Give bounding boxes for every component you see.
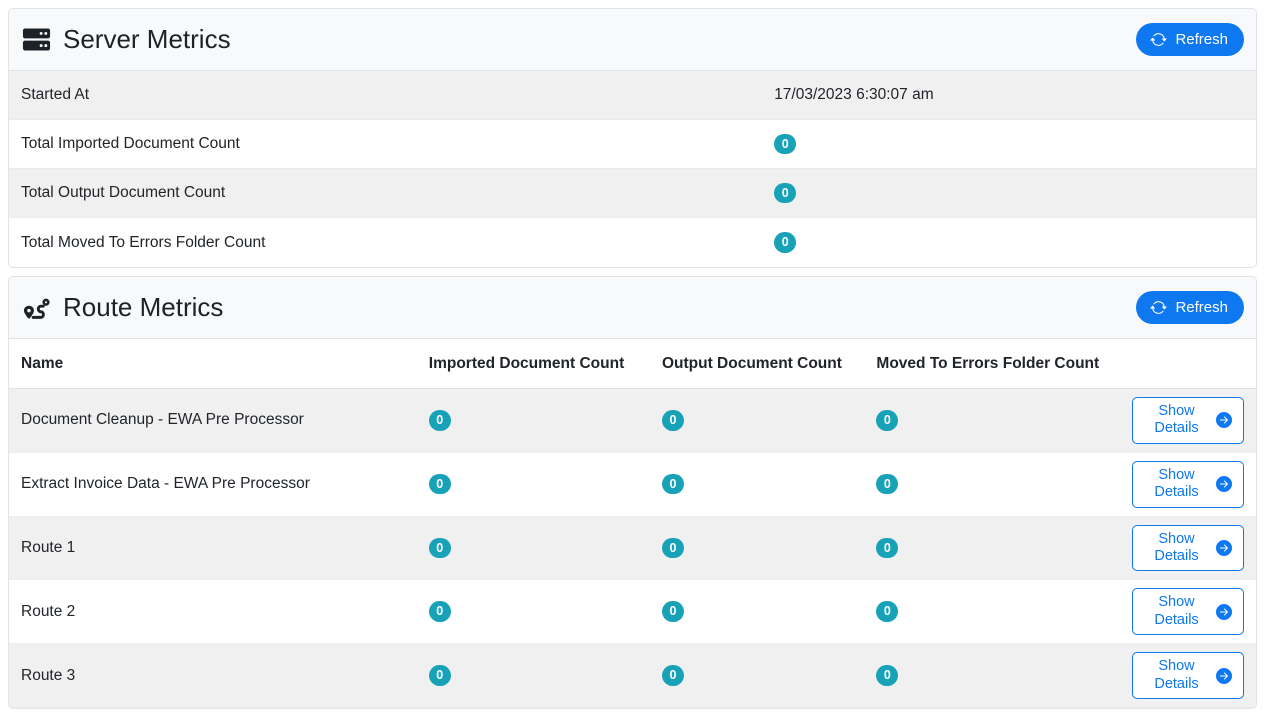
server-metrics-card: Server Metrics Refresh Started At 17/03/… [8, 8, 1257, 268]
show-details-label: Show Details [1144, 403, 1209, 438]
route-row: Route 1 0 0 0 Show Details [9, 517, 1256, 581]
arrow-right-circle-icon [1216, 412, 1232, 428]
server-metrics-title-text: Server Metrics [63, 24, 231, 55]
route-metrics-header: Route Metrics Refresh [9, 277, 1256, 339]
count-badge: 0 [662, 410, 684, 431]
metric-value: 17/03/2023 6:30:07 am [762, 74, 1256, 116]
metric-value: 0 [762, 220, 1256, 265]
metric-label: Started At [9, 74, 762, 116]
route-name: Route 1 [9, 527, 417, 569]
count-badge: 0 [429, 538, 451, 559]
metric-label: Total Moved To Errors Folder Count [9, 222, 762, 264]
refresh-icon [1150, 299, 1167, 316]
count-badge: 0 [429, 474, 451, 495]
column-header-imported: Imported Document Count [417, 343, 650, 385]
count-badge: 0 [876, 538, 898, 559]
route-metrics-refresh-button[interactable]: Refresh [1136, 291, 1244, 324]
count-badge: 0 [774, 183, 796, 204]
dashboard-page: Server Metrics Refresh Started At 17/03/… [0, 0, 1265, 725]
route-row: Route 2 0 0 0 Show Details [9, 580, 1256, 644]
show-details-label: Show Details [1144, 531, 1209, 566]
arrow-right-circle-icon [1216, 540, 1232, 556]
route-table-header: Name Imported Document Count Output Docu… [9, 339, 1256, 389]
metric-value: 0 [762, 171, 1256, 216]
column-header-output: Output Document Count [650, 343, 864, 385]
route-refresh-label: Refresh [1175, 300, 1228, 315]
count-badge: 0 [774, 232, 796, 253]
server-icon [21, 24, 52, 55]
metric-label: Total Imported Document Count [9, 123, 762, 165]
column-header-action [1120, 356, 1256, 372]
server-refresh-label: Refresh [1175, 32, 1228, 47]
route-metrics-card: Route Metrics Refresh Name Imported Docu… [8, 276, 1257, 709]
show-details-button[interactable]: Show Details [1132, 461, 1244, 508]
route-name: Route 2 [9, 591, 417, 633]
metric-label: Total Output Document Count [9, 172, 762, 214]
show-details-button[interactable]: Show Details [1132, 588, 1244, 635]
show-details-label: Show Details [1144, 467, 1209, 502]
arrow-right-circle-icon [1216, 476, 1232, 492]
server-metrics-refresh-button[interactable]: Refresh [1136, 23, 1244, 56]
count-badge: 0 [662, 538, 684, 559]
count-badge: 0 [876, 601, 898, 622]
route-name: Extract Invoice Data - EWA Pre Processor [9, 463, 417, 505]
metric-row-total-moved-errors: Total Moved To Errors Folder Count 0 [9, 218, 1256, 267]
metric-row-total-output: Total Output Document Count 0 [9, 169, 1256, 218]
route-row: Route 3 0 0 0 Show Details [9, 644, 1256, 708]
count-badge: 0 [429, 410, 451, 431]
metric-row-total-imported: Total Imported Document Count 0 [9, 120, 1256, 169]
route-metrics-title-text: Route Metrics [63, 292, 223, 323]
server-metrics-header: Server Metrics Refresh [9, 9, 1256, 71]
route-icon [21, 292, 52, 323]
count-badge: 0 [876, 410, 898, 431]
route-row: Extract Invoice Data - EWA Pre Processor… [9, 453, 1256, 517]
count-badge: 0 [774, 134, 796, 155]
column-header-moved: Moved To Errors Folder Count [864, 343, 1120, 385]
count-badge: 0 [876, 474, 898, 495]
arrow-right-circle-icon [1216, 604, 1232, 620]
metric-row-started-at: Started At 17/03/2023 6:30:07 am [9, 71, 1256, 120]
count-badge: 0 [662, 601, 684, 622]
count-badge: 0 [662, 474, 684, 495]
column-header-name: Name [9, 343, 417, 385]
route-name: Document Cleanup - EWA Pre Processor [9, 399, 417, 441]
show-details-button[interactable]: Show Details [1132, 525, 1244, 572]
server-metrics-title: Server Metrics [21, 24, 231, 55]
metric-value: 0 [762, 122, 1256, 167]
route-metrics-title: Route Metrics [21, 292, 223, 323]
count-badge: 0 [429, 601, 451, 622]
show-details-label: Show Details [1144, 594, 1209, 629]
refresh-icon [1150, 31, 1167, 48]
show-details-button[interactable]: Show Details [1132, 397, 1244, 444]
route-row: Document Cleanup - EWA Pre Processor 0 0… [9, 389, 1256, 453]
